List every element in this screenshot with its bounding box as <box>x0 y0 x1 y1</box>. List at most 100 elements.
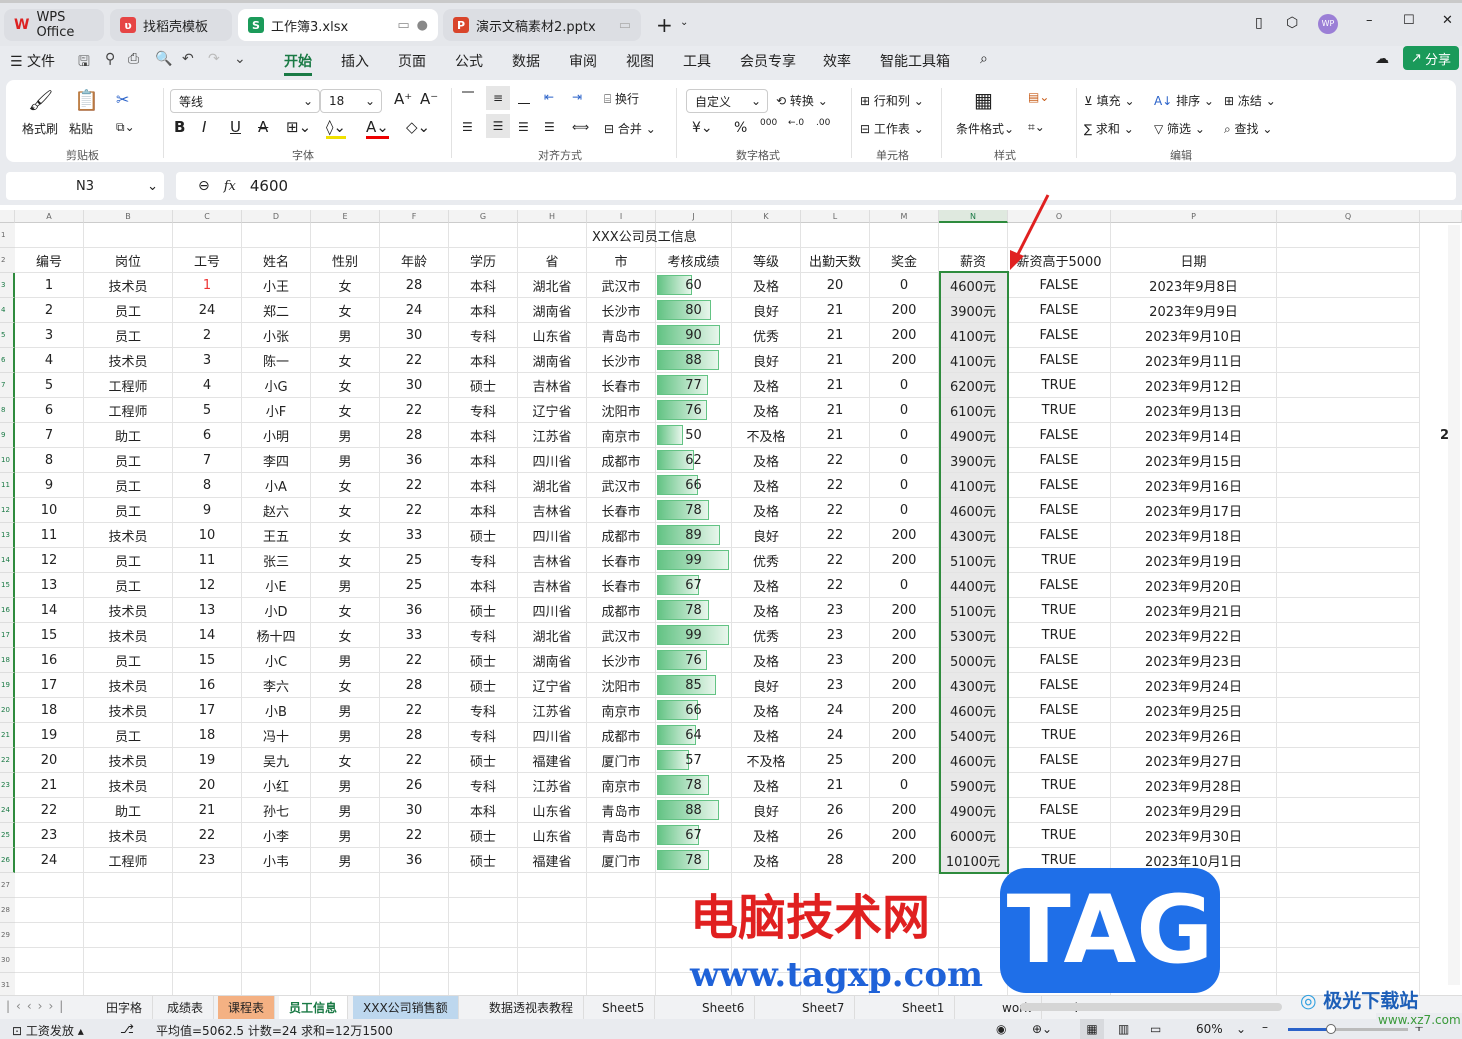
row-header[interactable]: 18 <box>0 648 15 673</box>
worksheet-button[interactable]: ⊟ 工作表 ⌄ <box>860 120 924 137</box>
salary-cell[interactable]: 4600元 <box>939 748 1008 773</box>
grid-cell[interactable] <box>380 973 449 995</box>
grid-cell[interactable] <box>1277 923 1420 948</box>
grid-cell[interactable] <box>1277 623 1420 648</box>
grid-cell[interactable] <box>84 898 173 923</box>
grid-cell[interactable] <box>1277 448 1420 473</box>
align-bottom-icon[interactable]: ⎽ <box>518 90 530 105</box>
align-right-icon[interactable]: ☰ <box>518 120 529 134</box>
salary-cell[interactable]: 4900元 <box>939 798 1008 823</box>
minimize-icon[interactable]: – <box>1366 13 1373 28</box>
formula-input[interactable]: ⊖ fx 4600 <box>176 172 1456 200</box>
row-header[interactable]: 5 <box>0 323 15 348</box>
grid-cell[interactable] <box>587 973 656 995</box>
grid-cell[interactable] <box>1277 348 1420 373</box>
grid-cell[interactable] <box>84 923 173 948</box>
tab-wps-office[interactable]: W WPS Office <box>4 9 104 41</box>
percent-icon[interactable]: % <box>734 120 747 136</box>
row-header[interactable]: 3 <box>0 273 15 298</box>
row-header[interactable]: 21 <box>0 723 15 748</box>
salary-cell[interactable]: 4900元 <box>939 423 1008 448</box>
cell-style-icon[interactable]: ▤⌄ <box>1028 90 1049 104</box>
table-style-icon[interactable]: ⌗⌄ <box>1028 120 1045 135</box>
row-header[interactable]: 28 <box>0 898 15 923</box>
row-header[interactable]: 9 <box>0 423 15 448</box>
menu-smart-toolbox[interactable]: 智能工具箱 <box>880 51 950 71</box>
cube-icon[interactable]: ⬡ <box>1286 15 1298 31</box>
row-header[interactable]: 8 <box>0 398 15 423</box>
column-header-j[interactable]: J <box>656 210 732 223</box>
grid-cell[interactable] <box>311 923 380 948</box>
grid-cell[interactable] <box>449 923 518 948</box>
grid-cell[interactable] <box>1277 473 1420 498</box>
row-header[interactable]: 19 <box>0 673 15 698</box>
grid-cell[interactable] <box>173 898 242 923</box>
column-header-c[interactable]: C <box>173 210 242 223</box>
salary-cell[interactable]: 5400元 <box>939 723 1008 748</box>
column-header-i[interactable]: I <box>587 210 656 223</box>
column-header-p[interactable]: P <box>1111 210 1277 223</box>
number-format-select[interactable]: 自定义 ⌄ <box>686 89 768 113</box>
sum-button[interactable]: ∑ 求和 ⌄ <box>1084 120 1134 137</box>
column-header-g[interactable]: G <box>449 210 518 223</box>
grid-cell[interactable] <box>311 948 380 973</box>
format-painter-button[interactable]: 格式刷 <box>22 120 58 137</box>
zoom-out-icon[interactable]: – <box>1262 1020 1268 1034</box>
select-all-corner[interactable] <box>0 210 15 223</box>
sheet-tab[interactable]: Sheet5 <box>592 996 656 1019</box>
sheet-tab[interactable]: 课程表 <box>218 996 276 1019</box>
salary-cell[interactable]: 4300元 <box>939 673 1008 698</box>
row-header[interactable]: 13 <box>0 523 15 548</box>
salary-cell[interactable]: 4100元 <box>939 323 1008 348</box>
grid-cell[interactable] <box>1277 898 1420 923</box>
grid-cell[interactable] <box>518 873 587 898</box>
grid-cell[interactable] <box>518 923 587 948</box>
menu-review[interactable]: 审阅 <box>569 51 597 71</box>
fill-button[interactable]: ⊻ 填充 ⌄ <box>1084 92 1135 109</box>
menu-efficiency[interactable]: 效率 <box>823 51 851 71</box>
grid-cell[interactable] <box>1277 748 1420 773</box>
salary-cell[interactable]: 3900元 <box>939 298 1008 323</box>
decimal-increase-icon[interactable]: ←.0 <box>788 118 804 128</box>
grid-cell[interactable] <box>1277 673 1420 698</box>
grid-cell[interactable] <box>84 873 173 898</box>
sheet-tab[interactable]: Sheet6 <box>692 996 756 1019</box>
normal-view-icon[interactable]: ▦ <box>1080 1019 1104 1039</box>
page-break-icon[interactable]: ▭ <box>1150 1022 1161 1036</box>
menu-member[interactable]: 会员专享 <box>740 51 796 71</box>
column-header-a[interactable]: A <box>15 210 84 223</box>
row-header[interactable]: 4 <box>0 298 15 323</box>
grid-cell[interactable] <box>242 973 311 995</box>
row-header[interactable]: 23 <box>0 773 15 798</box>
column-header-b[interactable]: B <box>84 210 173 223</box>
zoom-slider[interactable] <box>1288 1024 1408 1034</box>
grid-cell[interactable] <box>518 973 587 995</box>
align-middle-icon[interactable]: ≡ <box>486 86 510 110</box>
grid-cell[interactable] <box>380 948 449 973</box>
grid-cell[interactable] <box>587 898 656 923</box>
undo-icon[interactable]: ↶ <box>182 51 194 67</box>
row-header[interactable]: 7 <box>0 373 15 398</box>
wrap-text-button[interactable]: ⌸ 换行 <box>604 90 639 107</box>
column-header-l[interactable]: L <box>801 210 870 223</box>
grid-cell[interactable] <box>1277 823 1420 848</box>
menu-view[interactable]: 视图 <box>626 51 654 71</box>
grid-cell[interactable] <box>242 948 311 973</box>
zoom-slider-handle[interactable] <box>1326 1024 1336 1034</box>
print-icon[interactable]: ⎙ <box>128 51 139 67</box>
grid-cell[interactable] <box>518 898 587 923</box>
grid-cell[interactable] <box>1277 598 1420 623</box>
grid-cell[interactable] <box>449 973 518 995</box>
grid-cell[interactable] <box>1277 223 1420 248</box>
grid-cell[interactable] <box>1277 648 1420 673</box>
justify-icon[interactable]: ☰ <box>544 120 555 134</box>
row-header[interactable]: 14 <box>0 548 15 573</box>
grid-cell[interactable] <box>242 923 311 948</box>
grid-cell[interactable] <box>15 948 84 973</box>
grid-cell[interactable] <box>1277 248 1420 273</box>
salary-cell[interactable]: 5000元 <box>939 648 1008 673</box>
salary-cell[interactable]: 4600元 <box>939 698 1008 723</box>
sheet-tab[interactable]: Sheet7 <box>792 996 856 1019</box>
grid-cell[interactable] <box>311 973 380 995</box>
salary-cell[interactable]: 6100元 <box>939 398 1008 423</box>
